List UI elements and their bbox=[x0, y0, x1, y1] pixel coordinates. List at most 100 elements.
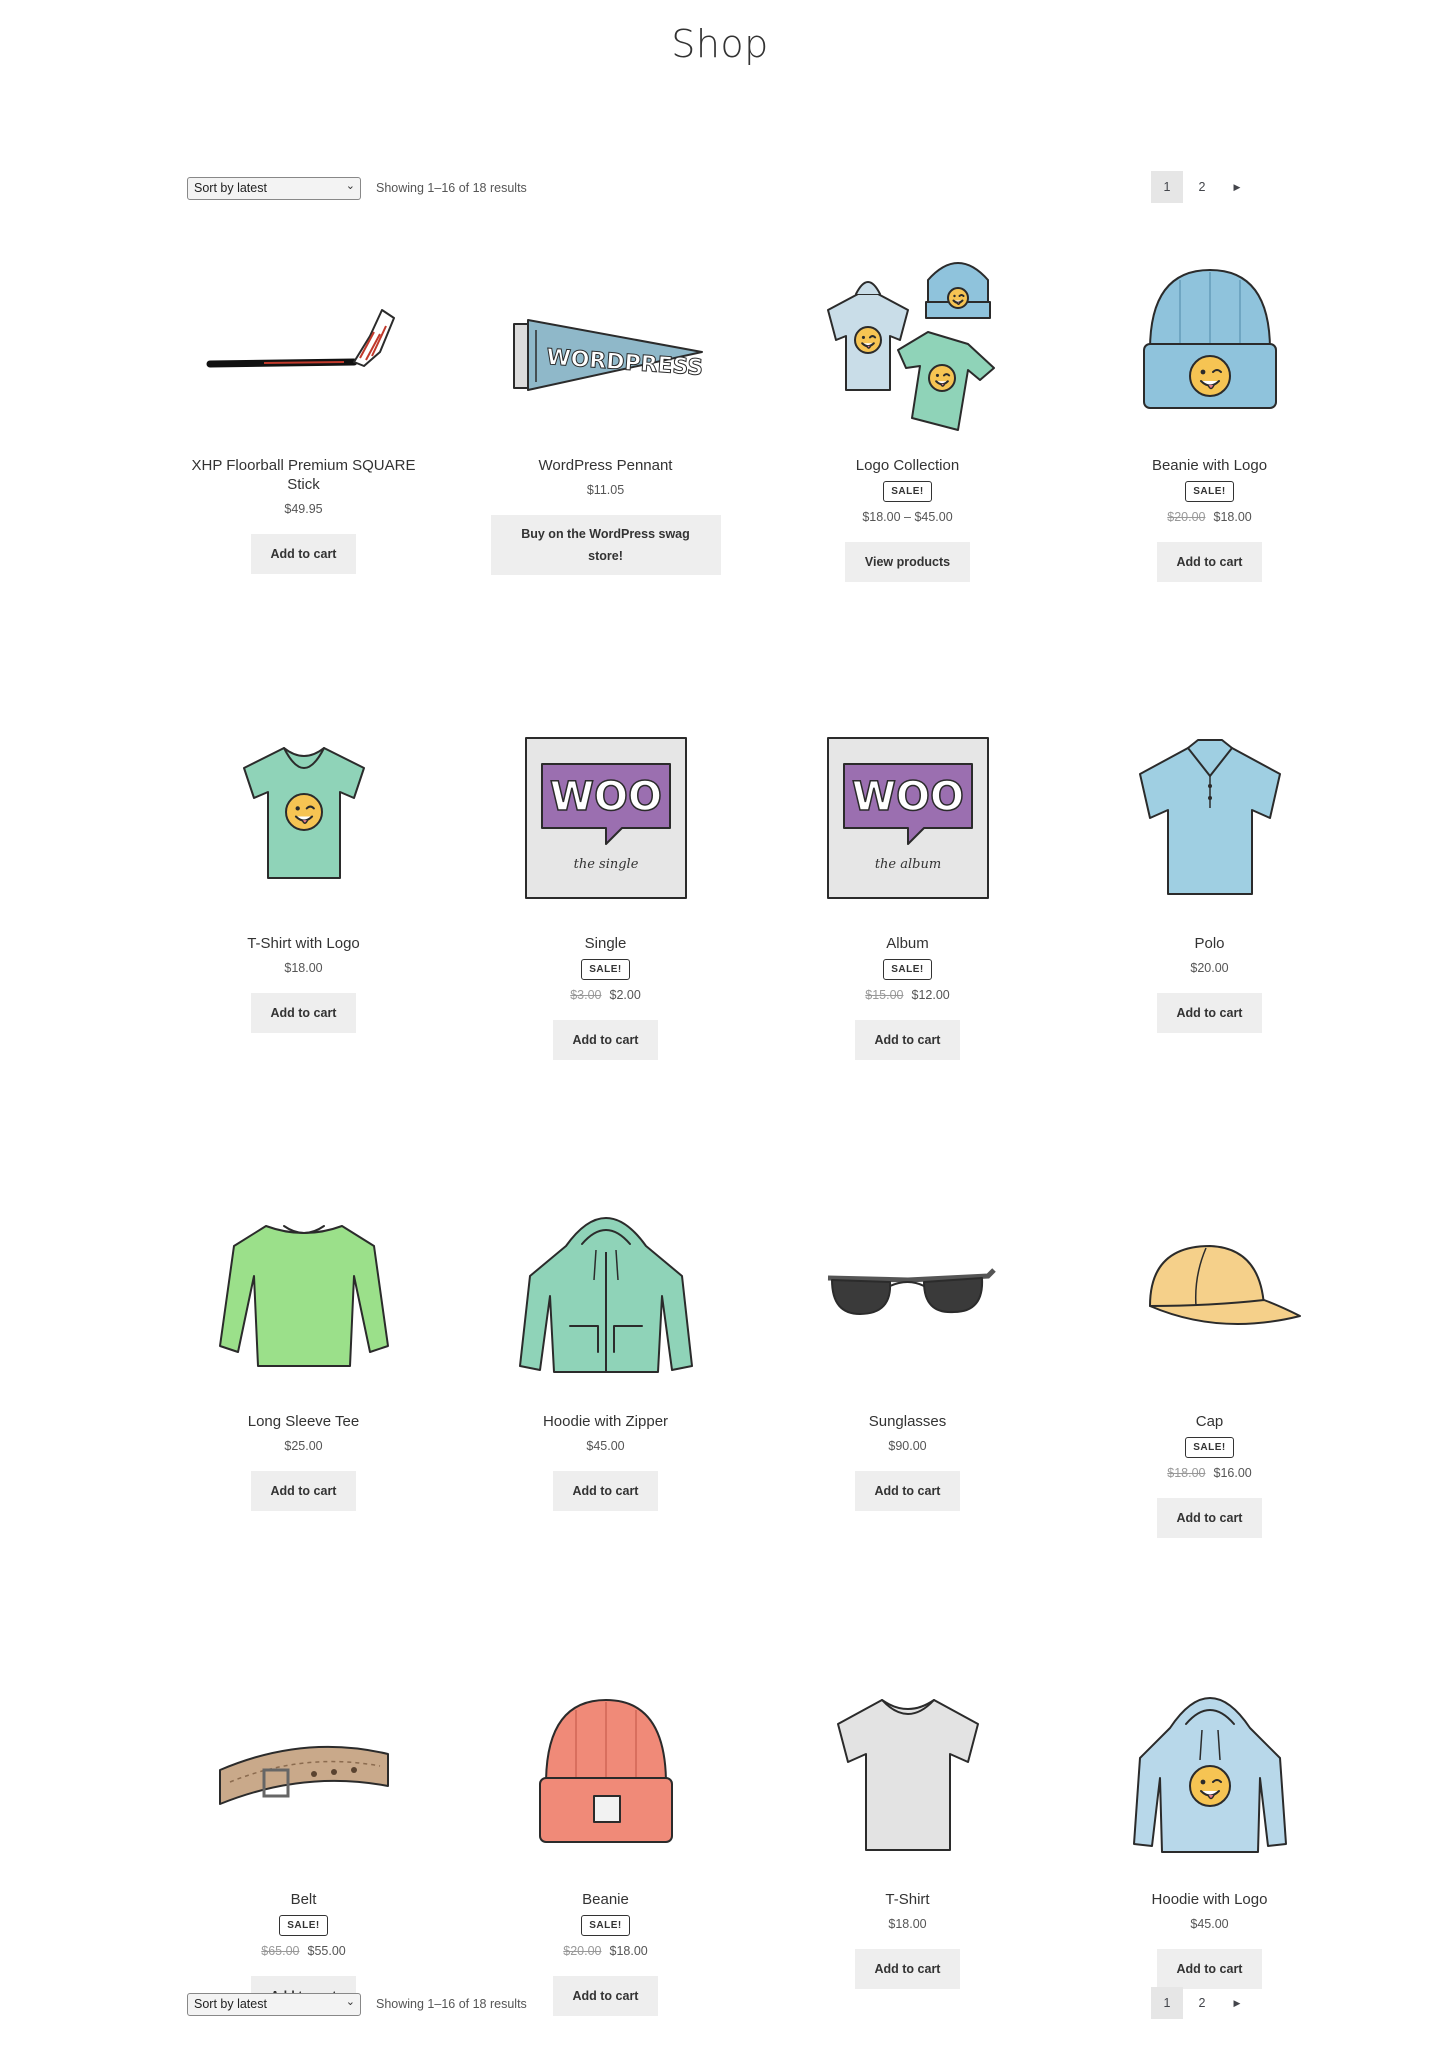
next-page-button[interactable]: ▶ bbox=[1221, 1987, 1253, 2019]
beanie-icon[interactable] bbox=[506, 1674, 706, 1874]
hoodie-zipper-icon[interactable] bbox=[506, 1196, 706, 1396]
product-title[interactable]: Polo bbox=[1071, 934, 1348, 953]
shop-toolbar-top: Sort by latest ⌄ Showing 1–16 of 18 resu… bbox=[187, 171, 1253, 203]
long-sleeve-icon[interactable] bbox=[204, 1196, 404, 1396]
product-card[interactable]: T-Shirt with Logo $18.00 Add to cart bbox=[165, 718, 442, 1033]
product-title[interactable]: T-Shirt bbox=[769, 1890, 1046, 1909]
floorball-stick-icon[interactable] bbox=[204, 240, 404, 440]
product-card[interactable]: XHP Floorball Premium SQUARE Stick $49.95… bbox=[165, 240, 442, 574]
add-to-cart-button[interactable]: Add to cart bbox=[1156, 1498, 1263, 1538]
product-card[interactable]: WOO the album Album SALE! $15.00 $12.00 Add … bbox=[769, 718, 1046, 1060]
woo-album-icon[interactable]: WOO the album bbox=[808, 718, 1008, 918]
add-to-cart-button[interactable]: Add to cart bbox=[854, 1949, 961, 1989]
sale-badge: SALE! bbox=[883, 481, 932, 502]
cap-icon[interactable] bbox=[1110, 1196, 1310, 1396]
sale-badge: SALE! bbox=[1185, 1437, 1234, 1458]
current-price: $2.00 bbox=[609, 988, 641, 1002]
add-to-cart-button[interactable]: View products bbox=[844, 542, 971, 582]
product-price: $45.00 bbox=[1071, 1917, 1348, 1931]
chevron-down-icon: ⌄ bbox=[345, 180, 355, 192]
product-title[interactable]: WordPress Pennant bbox=[467, 456, 744, 475]
add-to-cart-button[interactable]: Add to cart bbox=[250, 993, 357, 1033]
old-price: $3.00 bbox=[570, 988, 602, 1002]
pennant-icon[interactable]: WORDPRESS bbox=[506, 240, 706, 440]
product-title[interactable]: Cap bbox=[1071, 1412, 1348, 1431]
hoodie-logo-icon[interactable] bbox=[1110, 1674, 1310, 1874]
product-card[interactable]: WOO the single Single SALE! $3.00 $2.00 Add … bbox=[467, 718, 744, 1060]
product-price: $18.00 bbox=[165, 961, 442, 975]
page-link[interactable]: 2 bbox=[1186, 1987, 1218, 2019]
product-title[interactable]: Beanie bbox=[467, 1890, 744, 1909]
old-price: $15.00 bbox=[865, 988, 904, 1002]
add-to-cart-button[interactable]: Add to cart bbox=[250, 1471, 357, 1511]
woo-caption: the album bbox=[874, 857, 940, 872]
product-card[interactable]: BeltSALE!$65.00$55.00Add to cart bbox=[165, 1674, 442, 2016]
sort-select[interactable]: Sort by latest ⌄ bbox=[187, 1993, 361, 2016]
product-card[interactable]: WORDPRESS WordPress Pennant $11.05 Buy on … bbox=[467, 240, 744, 575]
page-title: Shop bbox=[671, 22, 769, 66]
add-to-cart-button[interactable]: Add to cart bbox=[854, 1471, 961, 1511]
product-price: $20.00 $18.00 bbox=[467, 1944, 744, 1958]
product-title[interactable]: Album bbox=[769, 934, 1046, 953]
product-price: $45.00 bbox=[467, 1439, 744, 1453]
add-to-cart-button[interactable]: Add to cart bbox=[1156, 993, 1263, 1033]
product-card[interactable]: Hoodie with Zipper $45.00 Add to cart bbox=[467, 1196, 744, 1511]
product-title[interactable]: Logo Collection bbox=[769, 456, 1046, 475]
product-card[interactable]: Beanie SALE! $20.00 $18.00 Add to cart bbox=[467, 1674, 744, 2016]
product-title[interactable]: Beanie with Logo bbox=[1071, 456, 1348, 475]
product-price: $20.00 bbox=[1071, 961, 1348, 975]
product-title[interactable]: Sunglasses bbox=[769, 1412, 1046, 1431]
page-link[interactable]: 2 bbox=[1186, 171, 1218, 203]
sunglasses-icon[interactable] bbox=[808, 1196, 1008, 1396]
product-card[interactable]: Hoodie with Logo $45.00 Add to cart bbox=[1071, 1674, 1348, 1989]
product-price: $18.00 bbox=[769, 1917, 1046, 1931]
tshirt-logo-icon[interactable] bbox=[204, 718, 404, 918]
add-to-cart-button[interactable]: Add to cart bbox=[854, 1020, 961, 1060]
old-price: $65.00 bbox=[261, 1944, 300, 1958]
old-price: $20.00 bbox=[1167, 510, 1206, 524]
product-title[interactable]: Long Sleeve Tee bbox=[165, 1412, 442, 1431]
woo-wordmark: WOO bbox=[549, 774, 661, 820]
product-price: $25.00 bbox=[165, 1439, 442, 1453]
shop-toolbar-bottom: Sort by latest ⌄ Showing 1–16 of 18 resu… bbox=[187, 1987, 1253, 2019]
product-price: $11.05 bbox=[467, 483, 744, 497]
belt-icon[interactable] bbox=[204, 1674, 404, 1874]
sale-badge: SALE! bbox=[581, 1915, 630, 1936]
sale-badge: SALE! bbox=[1185, 481, 1234, 502]
current-price: $12.00 bbox=[911, 988, 950, 1002]
sale-badge: SALE! bbox=[279, 1915, 328, 1936]
add-to-cart-button[interactable]: Add to cart bbox=[552, 1471, 659, 1511]
woo-single-icon[interactable]: WOO the single bbox=[506, 718, 706, 918]
product-card[interactable]: Sunglasses $90.00 Add to cart bbox=[769, 1196, 1046, 1511]
polo-icon[interactable] bbox=[1110, 718, 1310, 918]
old-price: $18.00 bbox=[1167, 1466, 1206, 1480]
add-to-cart-button[interactable]: Add to cart bbox=[1156, 542, 1263, 582]
product-title[interactable]: Single bbox=[467, 934, 744, 953]
triangle-right-icon: ▶ bbox=[1233, 1997, 1241, 2008]
page-link-current[interactable]: 1 bbox=[1151, 1987, 1183, 2019]
product-title[interactable]: Hoodie with Logo bbox=[1071, 1890, 1348, 1909]
logo-collection-icon[interactable] bbox=[808, 240, 1008, 440]
add-to-cart-button[interactable]: Add to cart bbox=[552, 1020, 659, 1060]
product-title[interactable]: Hoodie with Zipper bbox=[467, 1412, 744, 1431]
product-title[interactable]: T-Shirt with Logo bbox=[165, 934, 442, 953]
sort-select[interactable]: Sort by latest ⌄ bbox=[187, 177, 361, 200]
product-title[interactable]: XHP Floorball Premium SQUARE Stick bbox=[165, 456, 442, 494]
add-to-cart-button[interactable]: Buy on the WordPress swag store! bbox=[490, 515, 721, 575]
product-price: $49.95 bbox=[165, 502, 442, 516]
beanie-logo-icon[interactable] bbox=[1110, 240, 1310, 440]
next-page-button[interactable]: ▶ bbox=[1221, 171, 1253, 203]
product-title[interactable]: Belt bbox=[165, 1890, 442, 1909]
product-card[interactable]: Logo Collection SALE! $18.00 – $45.00 View … bbox=[769, 240, 1046, 582]
add-to-cart-button[interactable]: Add to cart bbox=[1156, 1949, 1263, 1989]
product-card[interactable]: T-Shirt $18.00 Add to cart bbox=[769, 1674, 1046, 1989]
sort-select-value: Sort by latest bbox=[194, 181, 267, 195]
product-card[interactable]: Cap SALE! $18.00 $16.00 Add to cart bbox=[1071, 1196, 1348, 1538]
product-card[interactable]: Long Sleeve Tee $25.00 Add to cart bbox=[165, 1196, 442, 1511]
chevron-down-icon: ⌄ bbox=[345, 1996, 355, 2008]
page-link-current[interactable]: 1 bbox=[1151, 171, 1183, 203]
tshirt-icon[interactable] bbox=[808, 1674, 1008, 1874]
product-card[interactable]: Polo $20.00 Add to cart bbox=[1071, 718, 1348, 1033]
add-to-cart-button[interactable]: Add to cart bbox=[250, 534, 357, 574]
product-card[interactable]: Beanie with Logo SALE! $20.00 $18.00 Add to … bbox=[1071, 240, 1348, 582]
